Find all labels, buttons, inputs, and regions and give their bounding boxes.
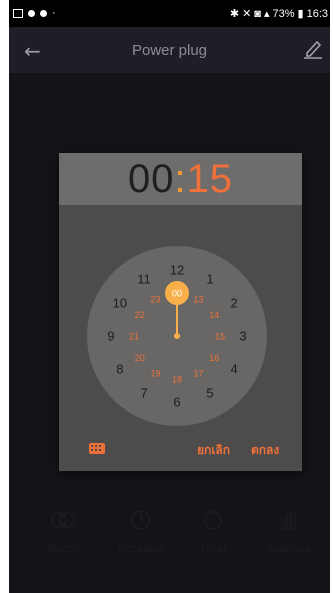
- hour-outer-number[interactable]: 12: [170, 263, 184, 278]
- time-picker-dialog: 00:15 12 1 2 3 4 5 6 7 8 9 10 11 00 13 14 15 16 17 18 19 20 2…: [59, 153, 302, 471]
- hour-outer-number[interactable]: 1: [206, 271, 213, 286]
- more-dot-icon: ·: [52, 7, 56, 19]
- app-bar: ← Power plug: [9, 27, 330, 73]
- hour-inner-number[interactable]: 22: [135, 310, 145, 320]
- time-separator: :: [174, 157, 187, 201]
- status-time: 16:3: [306, 7, 328, 20]
- minute-display[interactable]: 15: [187, 157, 234, 201]
- bluetooth-icon: ✱: [229, 8, 240, 20]
- hour-inner-number[interactable]: 19: [150, 369, 160, 379]
- hour-inner-number[interactable]: 17: [193, 369, 203, 379]
- hour-outer-number[interactable]: 7: [140, 386, 147, 401]
- hour-inner-number[interactable]: 21: [129, 332, 139, 342]
- chat-icon: [40, 9, 47, 17]
- alarm-icon: ◙: [254, 7, 261, 20]
- hour-outer-number[interactable]: 9: [107, 329, 114, 344]
- hour-inner-number[interactable]: 00: [172, 289, 182, 299]
- ok-button[interactable]: ตกลง: [251, 441, 279, 460]
- hour-inner-number[interactable]: 13: [193, 294, 203, 304]
- hour-inner-number[interactable]: 15: [215, 332, 225, 342]
- status-right-icons: ✱ ✕ ◙ ▴ 73% ▮ 16:3: [229, 7, 328, 21]
- status-bar: · ✱ ✕ ◙ ▴ 73% ▮ 16:3: [9, 0, 330, 27]
- page-title: Power plug: [131, 42, 208, 59]
- cancel-button[interactable]: ยกเลิก: [197, 441, 230, 460]
- hour-outer-number[interactable]: 5: [206, 386, 213, 401]
- hour-outer-number[interactable]: 8: [116, 362, 123, 377]
- time-header: 00:15: [59, 153, 302, 205]
- battery-percent: 73%: [272, 7, 295, 20]
- gallery-icon: [13, 8, 23, 18]
- hour-outer-number[interactable]: 4: [231, 362, 238, 377]
- clock-face[interactable]: 121234567891011001314151617181920212223: [87, 246, 267, 426]
- hour-inner-number[interactable]: 14: [209, 310, 219, 320]
- keyboard-icon[interactable]: [89, 443, 105, 454]
- battery-icon: ▮: [297, 8, 304, 20]
- hour-inner-number[interactable]: 16: [209, 353, 219, 363]
- hour-inner-number[interactable]: 23: [150, 294, 160, 304]
- dialog-actions: ยกเลิก ตกลง: [59, 437, 302, 463]
- hour-outer-number[interactable]: 6: [173, 395, 180, 410]
- mute-icon: ✕: [242, 8, 252, 20]
- notification-icon: [28, 9, 35, 17]
- edit-pencil-icon[interactable]: [304, 39, 322, 59]
- hour-inner-number[interactable]: 20: [135, 353, 145, 363]
- clock-face-wrapper[interactable]: 12 1 2 3 4 5 6 7 8 9 10 11 00 13 14 15 16 17 18 19 20 21 22 23: [87, 246, 267, 426]
- hour-outer-number[interactable]: 3: [239, 329, 246, 344]
- status-left-icons: ·: [13, 7, 56, 19]
- hour-outer-number[interactable]: 2: [231, 296, 238, 311]
- clock-center: [174, 333, 180, 339]
- hour-outer-number[interactable]: 10: [113, 296, 127, 311]
- hour-outer-number[interactable]: 11: [137, 271, 151, 286]
- hour-display[interactable]: 00: [128, 157, 175, 201]
- signal-icon: ▴: [263, 8, 270, 20]
- phone-screen: · ✱ ✕ ◙ ▴ 73% ▮ 16:3 ← Power plug Switch: [9, 0, 330, 593]
- hour-inner-number[interactable]: 18: [172, 375, 182, 385]
